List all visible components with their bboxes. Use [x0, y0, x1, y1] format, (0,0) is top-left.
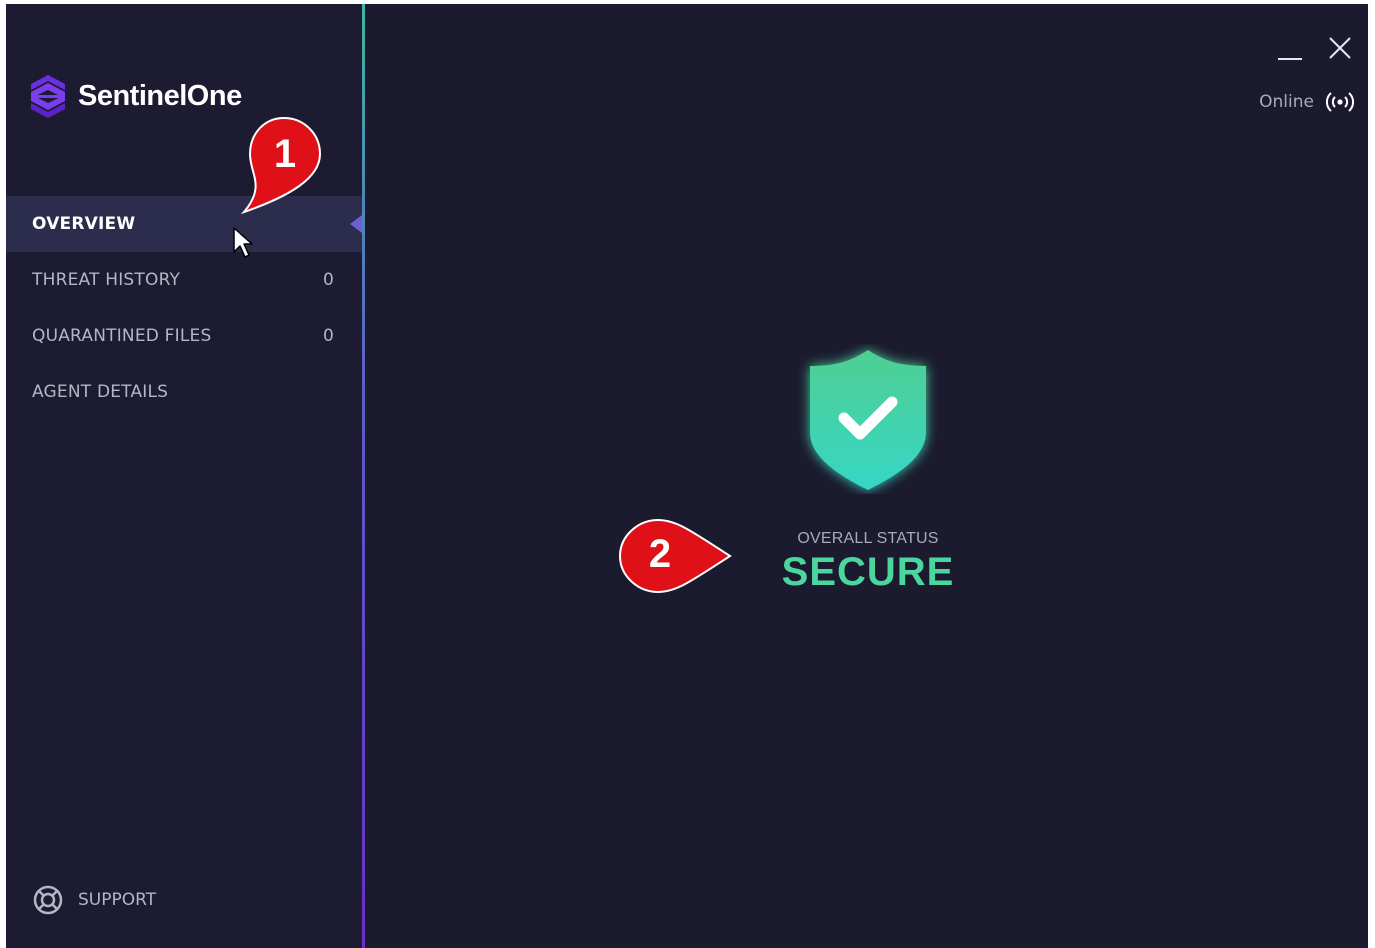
minimize-icon[interactable]	[1276, 34, 1304, 62]
sidebar-item-quarantined-files[interactable]: QUARANTINED FILES 0	[6, 308, 362, 364]
window-controls	[1276, 34, 1354, 62]
logo: SentinelOne	[28, 72, 242, 120]
status-caption: OVERALL STATUS	[797, 530, 939, 547]
sentinelone-logo-icon	[31, 75, 65, 118]
shield-check-icon	[798, 344, 938, 494]
quarantined-count: 0	[322, 326, 334, 346]
sidebar-item-agent-details[interactable]: AGENT DETAILS	[6, 364, 362, 420]
annotation-callout-1: 1	[236, 116, 326, 216]
close-icon[interactable]	[1326, 34, 1354, 62]
mouse-pointer-icon	[233, 227, 253, 258]
lifebuoy-icon	[33, 885, 63, 915]
sentinelone-agent-window: SentinelOne OVERVIEW THREAT HISTORY 0 QU…	[6, 4, 1368, 948]
sidebar-nav: OVERVIEW THREAT HISTORY 0 QUARANTINED FI…	[6, 196, 362, 420]
callout-number: 2	[648, 532, 672, 576]
overall-status-panel: OVERALL STATUS SECURE	[678, 344, 1058, 595]
sidebar-item-threat-history[interactable]: THREAT HISTORY 0	[6, 252, 362, 308]
sidebar-divider	[362, 4, 365, 948]
connection-status-label: Online	[1259, 92, 1314, 112]
sidebar-item-label: OVERVIEW	[32, 214, 136, 234]
connection-status: Online	[1259, 90, 1354, 114]
status-value: SECURE	[781, 550, 955, 594]
active-indicator	[350, 215, 362, 233]
broadcast-icon	[1326, 92, 1354, 112]
sidebar-item-label: THREAT HISTORY	[32, 270, 181, 290]
brand-name: SentinelOne	[78, 79, 242, 112]
sidebar-item-label: AGENT DETAILS	[32, 382, 169, 402]
threat-count: 0	[322, 270, 334, 290]
annotation-callout-2: 2	[618, 518, 734, 594]
support-label: SUPPORT	[78, 890, 157, 910]
support-link[interactable]: SUPPORT	[32, 884, 156, 916]
sidebar-item-label: QUARANTINED FILES	[32, 326, 212, 346]
callout-number: 1	[273, 132, 297, 176]
